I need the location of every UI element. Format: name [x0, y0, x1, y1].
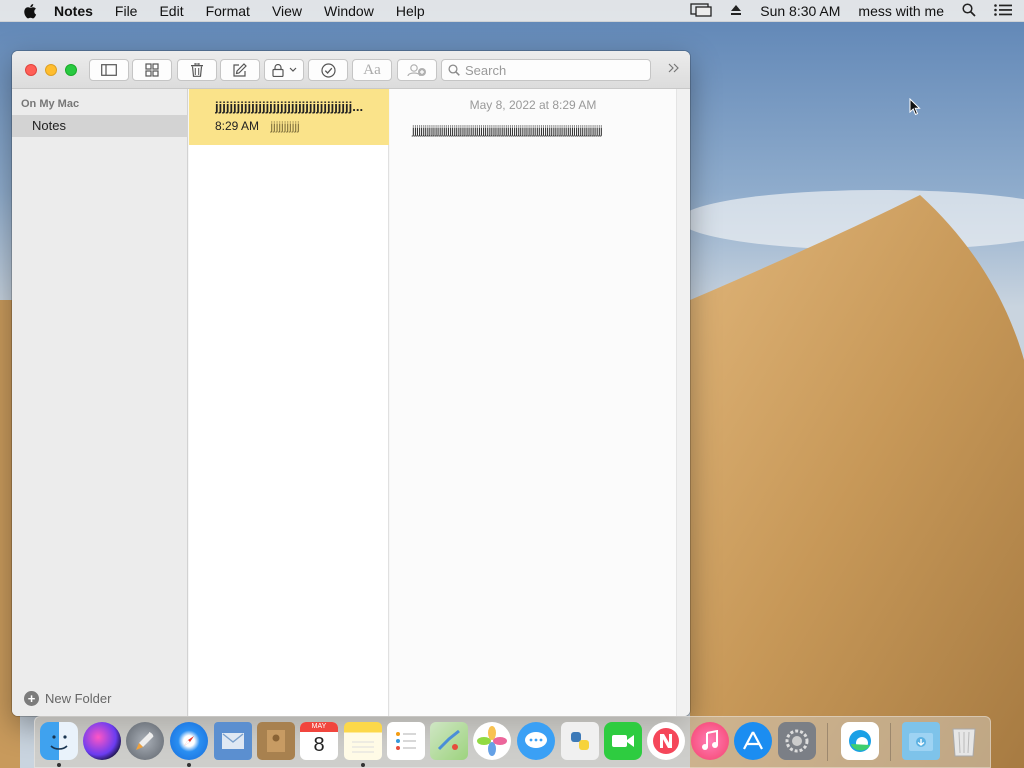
notes-list: jjjjjjjjjjjjjjjjjjjjjjjjjjjjjjjjjjjjjj..… [189, 89, 389, 716]
airplay-display-icon[interactable] [690, 2, 712, 20]
note-date: May 8, 2022 at 8:29 AM [469, 98, 597, 112]
note-body-text[interactable]: jjjjjjjjjjjjjjjjjjjjjjjjjjjjjjjjjjjjjjjj… [412, 122, 657, 138]
note-editor[interactable]: May 8, 2022 at 8:29 AM jjjjjjjjjjjjjjjjj… [390, 89, 676, 716]
siri-icon[interactable] [83, 722, 121, 760]
menu-file[interactable]: File [115, 3, 138, 19]
messages-icon[interactable] [517, 722, 555, 760]
note-preview: jjjjjjjjjjj [270, 119, 300, 133]
maps-icon[interactable] [430, 722, 468, 760]
reminders-icon[interactable] [387, 722, 425, 760]
delete-note-button[interactable] [177, 59, 217, 81]
menu-format[interactable]: Format [206, 3, 250, 19]
notes-running-indicator [361, 763, 365, 767]
notification-center-icon[interactable] [994, 3, 1012, 19]
list-item[interactable]: jjjjjjjjjjjjjjjjjjjjjjjjjjjjjjjjjjjjjj..… [189, 89, 389, 145]
notes-window: Aa On My Mac Notes + New Folder jjjjjjjj… [12, 51, 690, 716]
add-person-icon [407, 64, 426, 77]
sidebar-item-notes[interactable]: Notes [12, 115, 188, 137]
dock: MAY 8 [34, 716, 991, 768]
lock-note-button[interactable] [264, 59, 304, 81]
edge-icon[interactable] [841, 722, 879, 760]
add-people-button[interactable] [397, 59, 437, 81]
menu-window[interactable]: Window [324, 3, 374, 19]
menu-help[interactable]: Help [396, 3, 425, 19]
menubar-user[interactable]: mess with me [858, 3, 944, 19]
sidebar-section-on-my-mac: On My Mac [21, 98, 80, 110]
trash-bin-icon[interactable] [945, 722, 983, 760]
text-format-icon: Aa [363, 61, 381, 78]
toolbar-overflow-chevron-icon[interactable] [668, 61, 680, 78]
mail-icon[interactable] [214, 722, 252, 760]
note-time: 8:29 AM [215, 119, 260, 133]
note-title: jjjjjjjjjjjjjjjjjjjjjjjjjjjjjjjjjjjjjj..… [215, 99, 364, 114]
apple-menu-icon[interactable] [20, 3, 40, 19]
notes-icon[interactable] [344, 722, 382, 760]
photos-icon[interactable] [473, 722, 511, 760]
mouse-pointer-icon [909, 98, 921, 116]
new-folder-button[interactable]: + New Folder [24, 691, 111, 706]
text-format-button[interactable]: Aa [352, 59, 392, 81]
checklist-button[interactable] [308, 59, 348, 81]
folders-sidebar: On My Mac Notes + New Folder [12, 89, 188, 716]
compose-icon [233, 63, 247, 77]
editor-scrollbar[interactable] [676, 89, 690, 716]
search-input[interactable] [465, 62, 645, 78]
eject-icon[interactable] [730, 3, 742, 19]
facetime-icon[interactable] [604, 722, 642, 760]
menu-app-notes[interactable]: Notes [54, 3, 93, 19]
toggle-sidebar-button[interactable] [89, 59, 129, 81]
spotlight-search-icon[interactable] [962, 2, 976, 20]
search-icon [448, 64, 460, 76]
menubar-clock[interactable]: Sun 8:30 AM [760, 3, 840, 19]
safari-running-indicator [187, 763, 191, 767]
window-minimize-button[interactable] [45, 64, 57, 76]
search-field[interactable] [441, 59, 651, 81]
calendar-month: MAY [300, 722, 338, 732]
window-close-button[interactable] [25, 64, 37, 76]
chevron-down-icon [289, 67, 296, 72]
menu-edit[interactable]: Edit [159, 3, 183, 19]
menu-bar: Notes File Edit Format View Window Help … [0, 0, 1024, 22]
grid-icon [145, 63, 159, 77]
launchpad-icon[interactable] [126, 722, 164, 760]
safari-icon[interactable] [170, 722, 208, 760]
calendar-day: 8 [313, 734, 325, 756]
python-icon[interactable] [561, 722, 599, 760]
dock-separator [890, 723, 891, 761]
gallery-view-button[interactable] [132, 59, 172, 81]
trash-icon [191, 63, 203, 77]
checkmark-circle-icon [320, 62, 336, 78]
plus-circle-icon: + [24, 691, 39, 706]
new-note-button[interactable] [220, 59, 260, 81]
music-icon[interactable] [691, 722, 729, 760]
system-preferences-icon[interactable] [778, 722, 816, 760]
window-maximize-button[interactable] [65, 64, 77, 76]
news-icon[interactable] [647, 722, 685, 760]
new-folder-label: New Folder [45, 691, 112, 706]
contacts-icon[interactable] [257, 722, 295, 760]
calendar-icon[interactable]: MAY 8 [300, 722, 338, 760]
downloads-folder-icon[interactable] [902, 722, 940, 760]
sidebar-icon [101, 64, 117, 76]
dock-separator [827, 723, 828, 761]
app-store-icon[interactable] [734, 722, 772, 760]
menu-view[interactable]: View [272, 3, 302, 19]
window-toolbar: Aa [12, 51, 690, 89]
finder-running-indicator [57, 763, 61, 767]
finder-icon[interactable] [40, 722, 78, 760]
lock-icon [271, 63, 284, 77]
